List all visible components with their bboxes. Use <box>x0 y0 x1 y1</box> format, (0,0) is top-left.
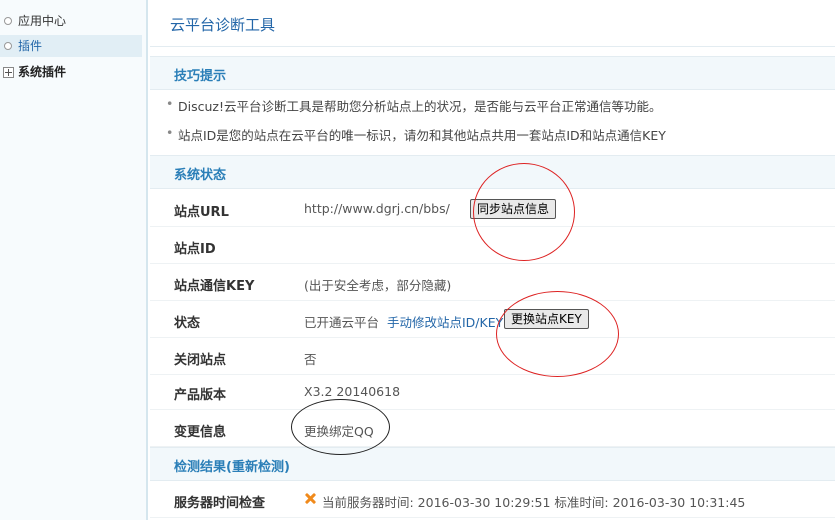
version-label: 产品版本 <box>174 388 227 403</box>
divider <box>150 46 835 47</box>
site-key-value: (出于安全考虑，部分隐藏) <box>304 278 452 293</box>
close-site-label: 关闭站点 <box>174 353 227 368</box>
tips-section-header: 技巧提示 <box>150 56 835 90</box>
sidebar-item-plugins[interactable]: 插件 <box>0 35 142 57</box>
expand-plus-icon[interactable] <box>3 67 14 78</box>
sidebar-item-label: 系统插件 <box>18 65 67 79</box>
change-site-key-button[interactable]: 更换站点KEY <box>504 309 589 329</box>
row-site-key: 站点通信KEY (出于安全考虑，部分隐藏) <box>150 264 835 301</box>
version-value: X3.2 20140618 <box>304 384 401 399</box>
bullet-icon <box>4 17 12 25</box>
server-time-label: 服务器时间检查 <box>174 496 266 511</box>
site-id-label: 站点ID <box>174 242 216 257</box>
tip-item: 站点ID是您的站点在云平台的唯一标识，请勿和其他站点共用一套站点ID和站点通信K… <box>166 125 666 144</box>
status-section-header: 系统状态 <box>150 155 835 189</box>
sync-site-info-button[interactable]: 同步站点信息 <box>470 199 557 219</box>
site-key-label: 站点通信KEY <box>174 279 255 294</box>
results-section-header: 检测结果(重新检测) <box>150 447 835 481</box>
change-bound-qq-link[interactable]: 更换绑定QQ <box>304 421 374 440</box>
row-site-url: 站点URL http://www.dgrj.cn/bbs/ 同步站点信息 <box>150 190 835 227</box>
tip-item: Discuz!云平台诊断工具是帮助您分析站点上的状况，是否能与云平台正常通信等功… <box>166 96 661 115</box>
sidebar-item-label: 应用中心 <box>18 14 67 28</box>
row-version: 产品版本 X3.2 20140618 <box>150 373 835 410</box>
sidebar-item-label: 插件 <box>18 39 43 53</box>
state-text: 已开通云平台 <box>304 315 380 330</box>
close-site-value: 否 <box>304 352 317 367</box>
site-url-label: 站点URL <box>174 205 229 220</box>
row-change-info: 变更信息 更换绑定QQ <box>150 410 835 447</box>
row-site-id: 站点ID <box>150 227 835 264</box>
modify-site-id-key-link[interactable]: 手动修改站点ID/KEY <box>387 315 503 330</box>
site-url-value: http://www.dgrj.cn/bbs/ <box>304 201 450 216</box>
server-time-value: 当前服务器时间: 2016-03-30 10:29:51 标准时间: 2016-… <box>322 495 746 510</box>
sidebar: 应用中心 插件 系统插件 <box>0 0 148 520</box>
error-x-icon <box>305 493 316 504</box>
section-heading: 系统状态 <box>174 168 227 183</box>
row-server-time: 服务器时间检查 当前服务器时间: 2016-03-30 10:29:51 标准时… <box>150 481 835 518</box>
row-state: 状态 已开通云平台 手动修改站点ID/KEY 更换站点KEY <box>150 301 835 338</box>
page-title: 云平台诊断工具 <box>170 16 276 34</box>
change-info-label: 变更信息 <box>174 425 227 440</box>
state-value: 已开通云平台 手动修改站点ID/KEY <box>304 312 503 331</box>
row-close-site: 关闭站点 否 <box>150 338 835 375</box>
section-heading: 技巧提示 <box>174 69 227 84</box>
state-label: 状态 <box>174 316 201 331</box>
sidebar-item-system-plugins[interactable]: 系统插件 <box>0 61 142 83</box>
sidebar-item-app-center[interactable]: 应用中心 <box>0 10 142 32</box>
section-heading[interactable]: 检测结果(重新检测) <box>174 456 290 475</box>
bullet-icon <box>4 42 12 50</box>
